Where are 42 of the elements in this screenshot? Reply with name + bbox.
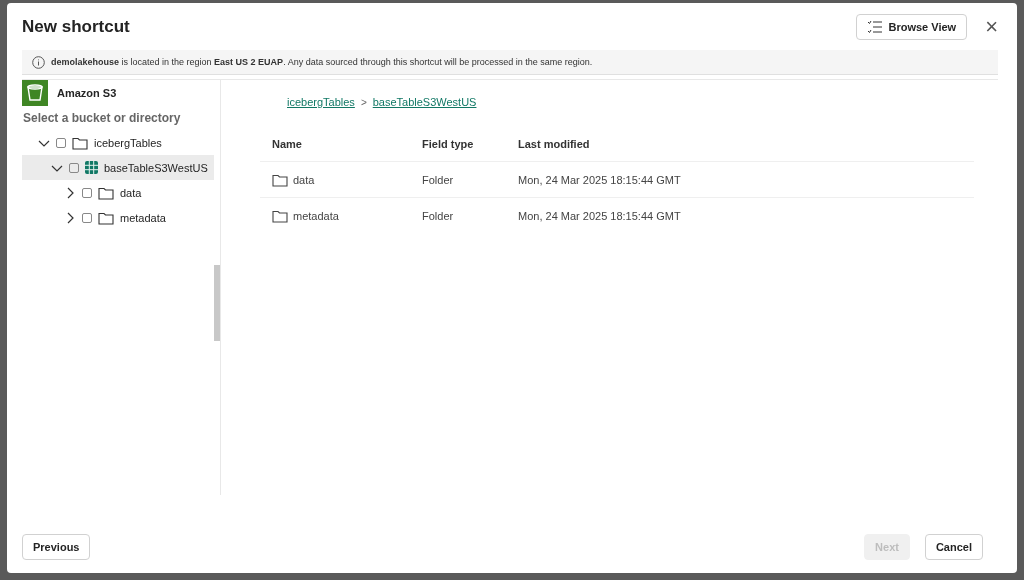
checkbox[interactable] xyxy=(56,137,66,148)
browse-view-button[interactable]: Browse View xyxy=(856,13,968,40)
tree-item[interactable]: baseTableS3WestUS xyxy=(22,155,214,180)
tree-label: baseTableS3WestUS xyxy=(104,161,208,174)
table-cell-text: Folder xyxy=(422,209,455,222)
tree-item[interactable]: data xyxy=(22,180,214,205)
tree-item[interactable]: metadata xyxy=(22,205,214,230)
scrollbar[interactable] xyxy=(214,265,220,341)
tree-label: metadata xyxy=(120,211,166,224)
table-cell-text: Mon, 24 Mar 2025 18:15:44 GMT xyxy=(518,173,682,186)
column-header[interactable]: Name xyxy=(272,137,422,150)
breadcrumb-link[interactable]: icebergTables xyxy=(287,96,355,108)
folder-icon xyxy=(98,185,114,200)
tree-label: icebergTables xyxy=(94,136,162,149)
source-name: Amazon S3 xyxy=(57,87,117,99)
list-icon xyxy=(867,19,884,34)
close-button[interactable]: × xyxy=(981,15,1002,38)
table-cell[interactable]: data xyxy=(293,173,315,186)
column-header[interactable]: Last modified xyxy=(518,137,974,150)
previous-button[interactable]: Previous xyxy=(22,534,91,560)
folder-icon xyxy=(272,172,288,187)
tree-label: data xyxy=(120,186,142,199)
table-cell-text: Mon, 24 Mar 2025 18:15:44 GMT xyxy=(518,209,682,222)
column-header[interactable]: Field type xyxy=(422,137,518,150)
bucket-icon xyxy=(22,80,48,106)
checkbox[interactable] xyxy=(82,212,92,223)
breadcrumb-link[interactable]: baseTableS3WestUS xyxy=(372,96,477,108)
tree-heading: Select a bucket or directory xyxy=(22,110,182,127)
checkbox[interactable] xyxy=(69,162,79,173)
folder-icon xyxy=(98,210,114,225)
dialog-title: New shortcut xyxy=(22,16,130,37)
tree-item[interactable]: icebergTables xyxy=(22,130,214,155)
info-text: demolakehouse is located in the region East US 2 EUAP. Any data sourced through this shortcut will be processed in the same region. xyxy=(51,57,593,67)
folder-icon xyxy=(272,208,288,223)
table-cell[interactable]: metadata xyxy=(293,209,339,222)
cancel-button[interactable]: Cancel xyxy=(924,534,983,560)
table-icon xyxy=(85,161,98,174)
table-cell-text: Folder xyxy=(422,173,455,186)
breadcrumb-separator: > xyxy=(360,96,367,108)
folder-icon xyxy=(72,135,88,150)
checkbox[interactable] xyxy=(82,187,92,198)
info-icon xyxy=(32,55,45,69)
